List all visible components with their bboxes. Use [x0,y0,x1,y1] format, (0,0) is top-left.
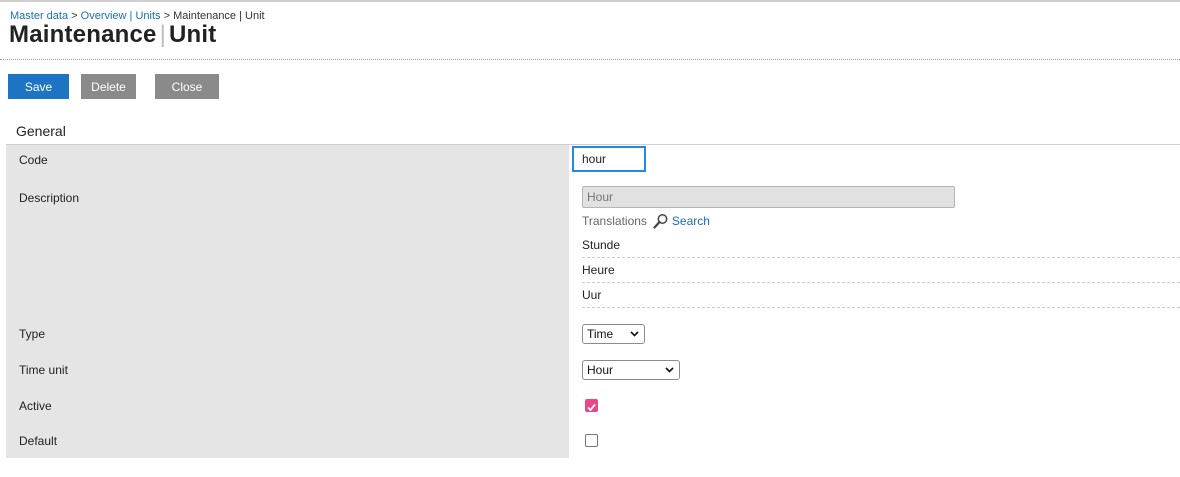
checkmark-icon [587,403,596,412]
top-border [0,0,1180,2]
translations-label: Translations [582,214,647,228]
close-button[interactable]: Close [155,74,219,99]
type-label: Type [19,327,46,341]
translation-item-de: Stunde [582,238,1180,258]
description-input[interactable] [582,186,955,208]
chevron-down-icon [665,367,674,373]
page-title-divider: | [159,21,167,48]
time-unit-select[interactable]: Hour [582,360,680,380]
page-title: Maintenance | Unit [9,21,216,49]
default-label: Default [19,434,58,448]
type-select-value: Time [587,327,614,341]
chevron-down-icon [630,331,639,337]
label-column [6,145,569,458]
section-title-general: General [16,123,66,139]
time-unit-select-value: Hour [587,363,614,377]
search-icon [653,214,668,229]
delete-button[interactable]: Delete [81,74,136,99]
search-label: Search [671,214,710,228]
code-label: Code [19,153,48,167]
time-unit-label: Time unit [19,363,68,377]
save-button[interactable]: Save [8,74,69,99]
page-title-part2: Unit [169,21,217,48]
translation-item-fr: Heure [582,263,1180,283]
translations-row: Translations Search [582,213,710,229]
header-divider [0,59,1180,60]
code-input[interactable] [572,146,646,172]
type-select[interactable]: Time [582,324,645,344]
page-title-part1: Maintenance [9,21,157,48]
description-label: Description [19,191,80,205]
translation-item-nl: Uur [582,288,1180,308]
active-label: Active [19,399,52,413]
active-checkbox[interactable] [585,399,598,412]
translations-search-link[interactable]: Search [653,213,710,229]
default-checkbox[interactable] [585,434,598,447]
